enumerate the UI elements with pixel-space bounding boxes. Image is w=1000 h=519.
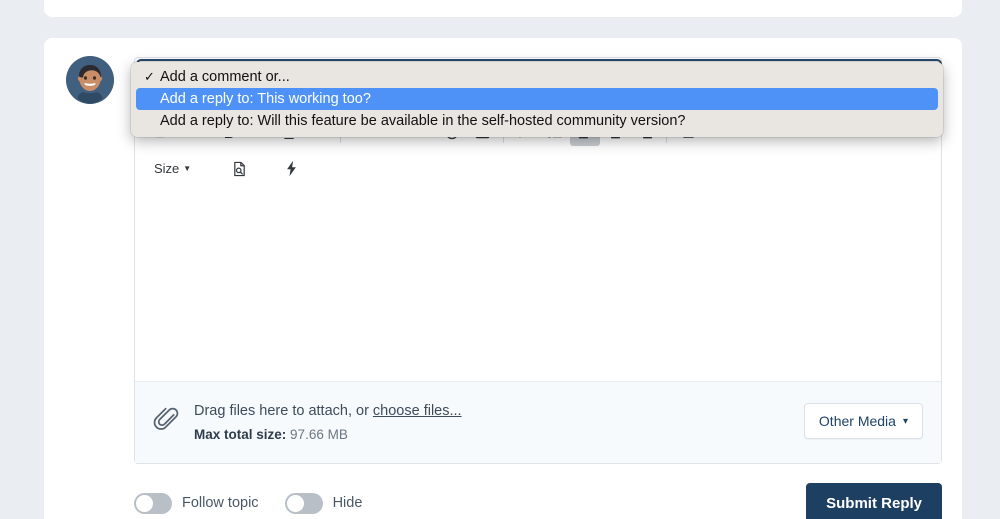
other-media-label: Other Media [818,413,896,429]
reply-composer-page: Source B I U S ” 123 A Font ▼ Size ▼ [0,0,1000,519]
size-label: Size [154,161,180,176]
chevron-down-icon: ▼ [183,163,192,173]
attachment-dropzone[interactable]: Drag files here to attach, or choose fil… [135,381,941,463]
max-size-line: Max total size: 97.66 MB [194,427,462,442]
dropdown-option-label: Add a reply to: This working too? [160,91,371,107]
max-size-value: 97.66 MB [290,427,348,442]
document-search-icon[interactable] [224,156,254,182]
follow-topic-toggle[interactable] [134,492,172,514]
check-icon: ✓ [144,69,155,84]
size-dropdown[interactable]: Size ▼ [147,156,198,182]
dropdown-option-reply-1[interactable]: Add a reply to: This working too? [136,88,938,110]
drag-files-line: Drag files here to attach, or choose fil… [194,403,462,419]
editor-toolbar-row-2: Size ▼ [135,153,941,184]
choose-files-link[interactable]: choose files... [373,403,462,419]
drag-files-text: Drag files here to attach, or [194,403,373,419]
attachment-text: Drag files here to attach, or choose fil… [194,403,462,442]
reply-footer: Follow topic Hide Submit Reply [134,483,942,519]
dropdown-option-comment[interactable]: ✓ Add a comment or... [136,66,938,88]
reply-target-dropdown-popup[interactable]: ✓ Add a comment or... Add a reply to: Th… [131,62,943,137]
follow-topic-label: Follow topic [182,495,259,511]
reply-editor-body[interactable] [135,185,941,381]
paperclip-icon [152,406,180,439]
avatar [66,56,114,104]
submit-reply-button[interactable]: Submit Reply [806,483,942,519]
max-size-label: Max total size: [194,427,287,442]
hide-toggle[interactable] [284,492,323,514]
dropdown-option-label: Add a comment or... [160,69,290,85]
other-media-button[interactable]: Other Media ▾ [803,403,923,439]
lightning-bolt-icon[interactable] [276,156,306,182]
previous-post-card [44,0,962,17]
chevron-down-icon: ▾ [902,415,908,427]
hide-label: Hide [332,495,363,511]
dropdown-option-label: Add a reply to: Will this feature be ava… [160,113,686,129]
dropdown-option-reply-2[interactable]: Add a reply to: Will this feature be ava… [136,110,938,132]
